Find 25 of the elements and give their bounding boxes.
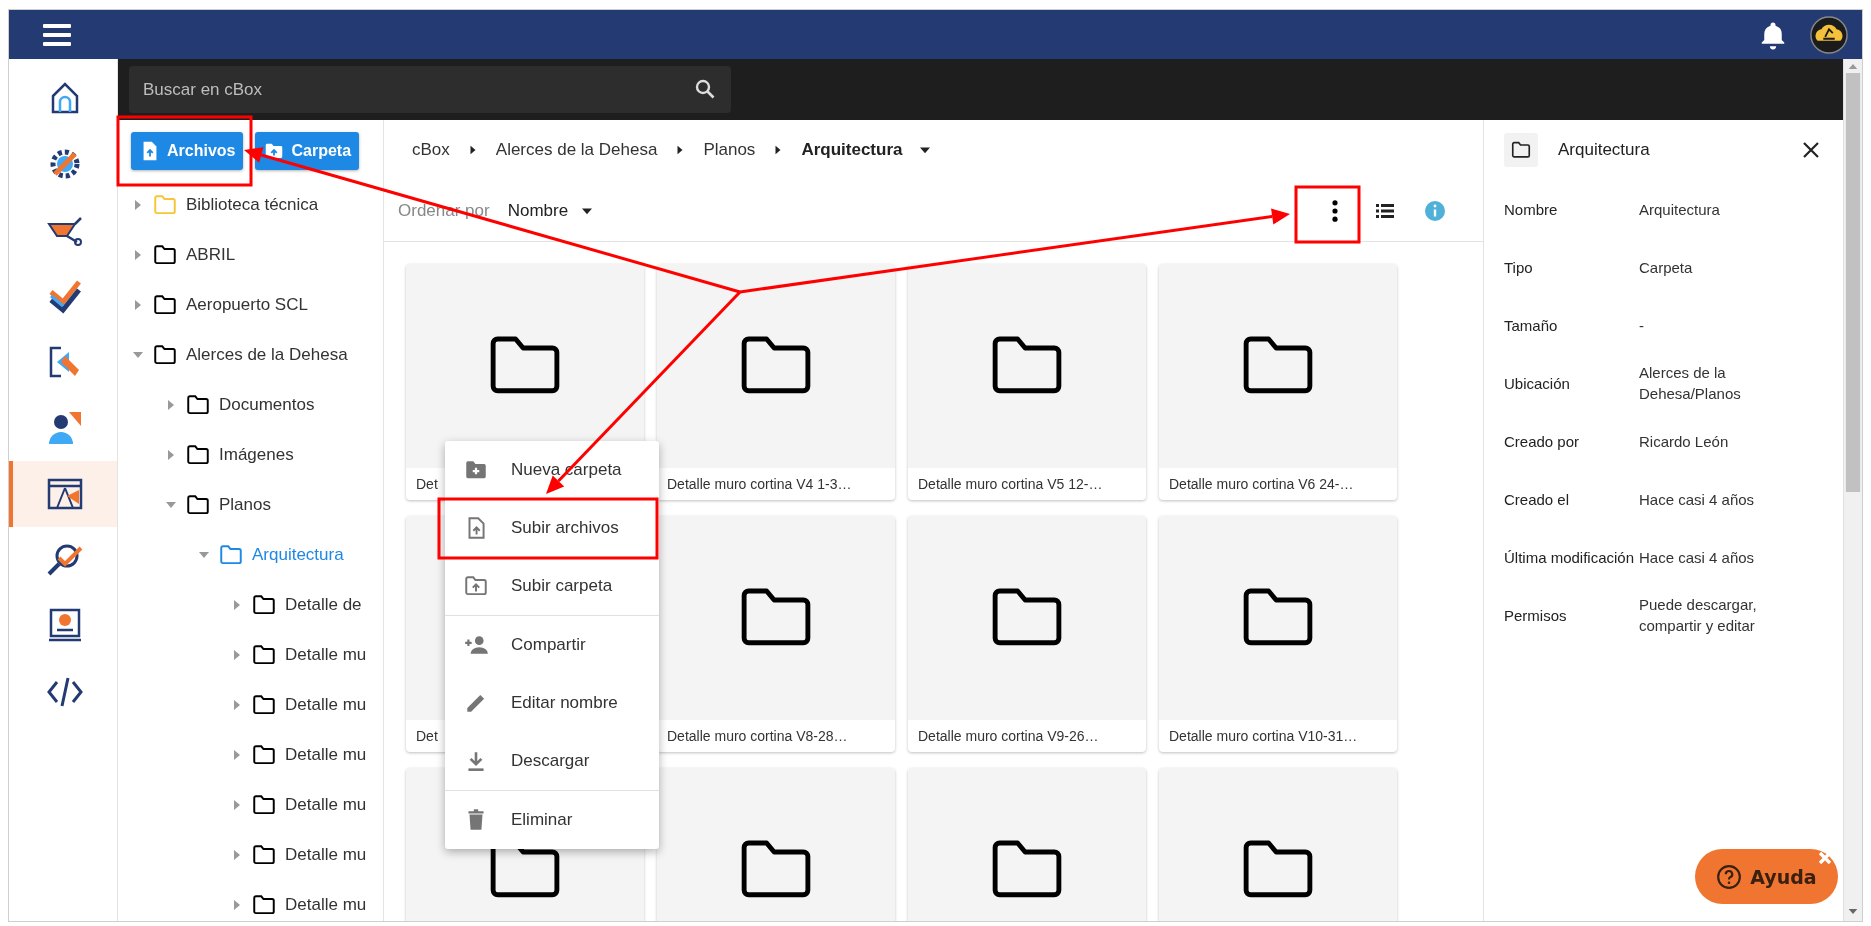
detail-label: Ubicación	[1504, 373, 1571, 394]
folder-name: Detalle muro cortina V8-28…	[667, 728, 848, 744]
folder-name: Detalle muro cortina V6 24-…	[1169, 476, 1354, 492]
detail-value: Hace casi 4 años	[1639, 489, 1756, 510]
details-title: Arquitectura	[1558, 140, 1651, 160]
detail-value: Hace casi 4 años	[1639, 547, 1756, 568]
folder-name: Detalle muro cortina V10-31…	[1169, 728, 1358, 744]
detail-label: Creado el	[1504, 489, 1571, 510]
detail-label: Permisos	[1504, 605, 1568, 626]
detail-value: Ricardo León	[1639, 431, 1730, 452]
detail-label: Última modificación	[1504, 547, 1636, 568]
detail-value: Alerces de la Dehesa/Planos	[1639, 363, 1742, 404]
folder-name: Detalle muro cortina V4 1-3…	[667, 476, 852, 492]
folder-name: Detalle muro cortina V9-26…	[918, 728, 1099, 744]
detail-value: Carpeta	[1639, 257, 1694, 278]
folder-name: Detalle muro cortina V5 12-…	[918, 476, 1103, 492]
folder-name: Det	[416, 728, 438, 744]
detail-value: Puede descargar, compartir y editar	[1639, 595, 1758, 636]
detail-label: Creado por	[1504, 431, 1581, 452]
detail-label: Tipo	[1504, 257, 1534, 278]
detail-label: Nombre	[1504, 199, 1559, 220]
detail-value: Arquitectura	[1639, 199, 1721, 220]
folder-name: Det	[416, 476, 438, 492]
detail-label: Tamaño	[1504, 315, 1559, 336]
detail-value: -	[1639, 315, 1645, 336]
